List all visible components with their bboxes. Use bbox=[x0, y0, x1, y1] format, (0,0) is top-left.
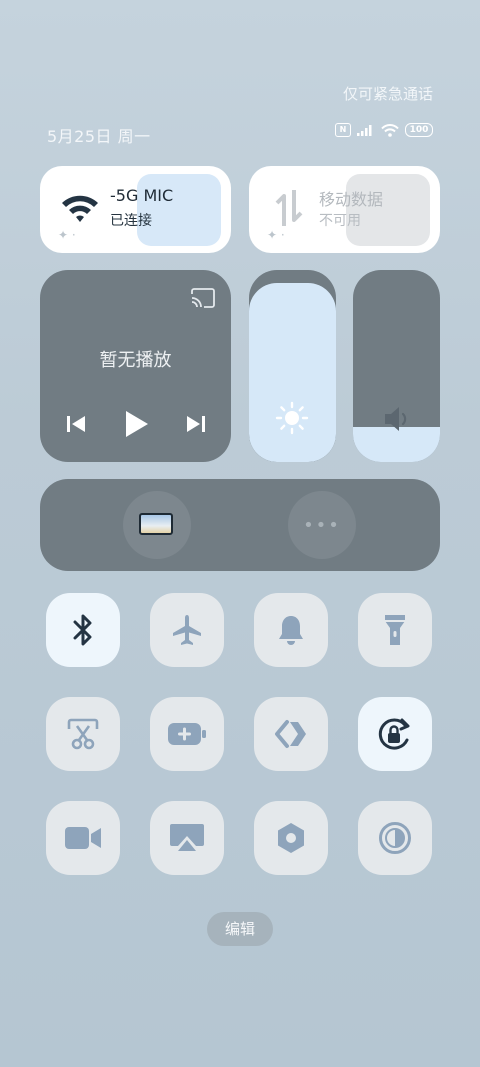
volume-icon bbox=[385, 407, 407, 431]
shortcut-strip: ••• bbox=[40, 479, 440, 571]
dark-mode-toggle[interactable] bbox=[358, 801, 432, 875]
status-icons: N 100 bbox=[335, 123, 433, 137]
link-share-toggle[interactable] bbox=[254, 697, 328, 771]
brightness-level bbox=[249, 283, 336, 462]
date-text: 5月25日 周一 bbox=[47, 127, 151, 146]
mobile-data-label: 移动数据 bbox=[319, 190, 384, 209]
rotation-lock-icon bbox=[378, 718, 410, 750]
bluetooth-toggle[interactable] bbox=[46, 593, 120, 667]
bell-icon bbox=[279, 616, 303, 645]
mobile-data-status: 不可用 bbox=[319, 213, 361, 229]
next-track-icon[interactable] bbox=[186, 414, 206, 434]
display-card-icon bbox=[139, 513, 173, 535]
flashlight-toggle[interactable] bbox=[358, 593, 432, 667]
bluetooth-icon bbox=[73, 614, 92, 646]
wifi-status-icon bbox=[381, 123, 399, 137]
settings-hex-icon bbox=[278, 823, 304, 853]
screen-record-toggle[interactable] bbox=[46, 801, 120, 875]
screen-record-icon bbox=[65, 827, 101, 849]
mobile-data-tile[interactable]: 移动数据 不可用 ✦ · bbox=[249, 166, 440, 253]
wifi-tile[interactable]: -5G MIC 已连接 ✦ · bbox=[40, 166, 231, 253]
wifi-status: 已连接 bbox=[110, 213, 152, 229]
cast-icon[interactable] bbox=[190, 288, 216, 308]
volume-slider[interactable] bbox=[353, 270, 440, 462]
media-player: 暂无播放 bbox=[40, 270, 231, 462]
emergency-calls-only-text: 仅可紧急通话 bbox=[342, 85, 433, 103]
sound-toggle[interactable] bbox=[254, 593, 328, 667]
settings-toggle[interactable] bbox=[254, 801, 328, 875]
display-card-button[interactable] bbox=[123, 491, 191, 559]
sparkle-icon: ✦ · bbox=[267, 228, 285, 242]
screenshot-toggle[interactable] bbox=[46, 697, 120, 771]
link-share-icon bbox=[275, 720, 306, 748]
airplane-icon bbox=[173, 615, 201, 645]
sim-icon: N bbox=[335, 123, 351, 137]
more-options-button[interactable]: ••• bbox=[288, 491, 356, 559]
screenshot-icon bbox=[67, 718, 99, 750]
battery-saver-icon bbox=[168, 723, 206, 745]
brightness-icon bbox=[275, 401, 309, 435]
battery-icon: 100 bbox=[405, 123, 433, 137]
more-icon: ••• bbox=[303, 515, 341, 536]
edit-button[interactable]: 编辑 bbox=[207, 912, 273, 946]
dark-mode-icon bbox=[379, 822, 411, 854]
flashlight-icon bbox=[385, 615, 405, 645]
sparkle-icon: ✦ · bbox=[58, 228, 76, 242]
wifi-icon bbox=[62, 195, 98, 222]
wifi-network-name: -5G MIC bbox=[110, 186, 174, 205]
battery-saver-toggle[interactable] bbox=[150, 697, 224, 771]
signal-icon bbox=[357, 125, 372, 136]
media-title: 暂无播放 bbox=[99, 350, 172, 371]
previous-track-icon[interactable] bbox=[66, 414, 86, 434]
brightness-slider[interactable] bbox=[249, 270, 336, 462]
mobile-data-icon bbox=[275, 190, 303, 226]
play-icon[interactable] bbox=[124, 409, 150, 439]
screen-cast-toggle[interactable] bbox=[150, 801, 224, 875]
rotation-lock-toggle[interactable] bbox=[358, 697, 432, 771]
screen-cast-icon bbox=[170, 824, 204, 851]
airplane-mode-toggle[interactable] bbox=[150, 593, 224, 667]
